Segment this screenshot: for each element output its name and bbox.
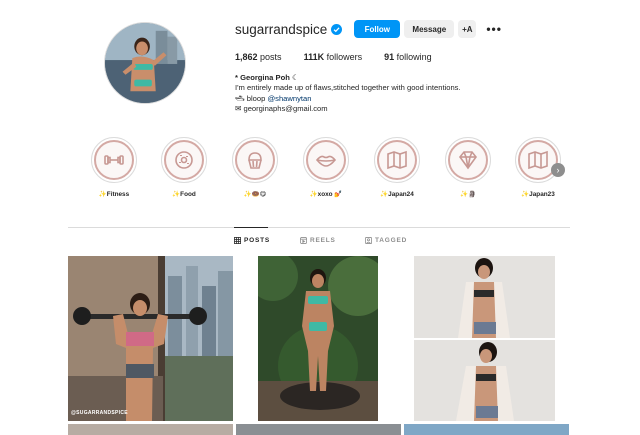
tabs-divider — [68, 227, 570, 228]
posts-count: 1,862 — [235, 52, 258, 62]
profile-tabs: POSTS REELS TAGGED — [0, 237, 640, 249]
suggest-user-button[interactable]: +A — [458, 20, 477, 38]
highlight-label: ✨Food — [172, 191, 196, 198]
posts-label: posts — [260, 52, 282, 62]
lips-icon — [315, 155, 337, 167]
following-label: following — [396, 52, 432, 62]
highlight-ring — [232, 137, 278, 183]
avatar-photo — [105, 23, 185, 103]
highlight-label: ✨Japan23 — [521, 191, 555, 198]
post-image — [414, 256, 555, 421]
reels-icon — [300, 237, 307, 244]
post-thumbnail[interactable] — [68, 424, 233, 435]
highlight-japan24[interactable]: ✨Japan24 — [367, 137, 427, 198]
map-icon — [528, 150, 548, 170]
highlight-ring — [374, 137, 420, 183]
followers-label: followers — [326, 52, 363, 62]
post-watermark: @SUGARRANDSPICE — [71, 410, 128, 416]
follow-button[interactable]: Follow — [354, 20, 401, 38]
tab-posts[interactable]: POSTS — [234, 237, 270, 244]
followers-count: 111K — [303, 52, 325, 62]
dumbbell-icon — [104, 155, 124, 165]
post-thumbnail[interactable] — [404, 424, 569, 435]
diamond-icon — [458, 151, 478, 170]
following-count: 91 — [384, 52, 395, 62]
post-image — [258, 256, 378, 421]
post-thumbnail[interactable] — [414, 256, 555, 421]
more-options-icon[interactable]: ••• — [486, 22, 502, 36]
profile-header-row: sugarrandspice Follow Message +A ••• — [235, 19, 502, 39]
posts-stat: 1,862 posts — [235, 52, 282, 62]
tab-reels-label: REELS — [310, 237, 336, 244]
highlight-food[interactable]: ✨Food — [154, 137, 214, 198]
bio-name: * Georgina Poh ☾ — [235, 73, 299, 82]
highlight-ring — [303, 137, 349, 183]
map-icon — [387, 150, 407, 170]
profile-bio: * Georgina Poh ☾ I'm entirely made up of… — [235, 73, 495, 115]
profile-avatar[interactable] — [104, 22, 186, 104]
highlight-label: ✨🗿 — [460, 191, 476, 198]
story-highlights: ✨Fitness ✨Food ✨🍩😋 ✨xoxo 💅 ✨Japan24 ✨🗿 ✨… — [84, 137, 574, 203]
tag-icon — [365, 237, 372, 244]
followers-stat[interactable]: 111K followers — [304, 52, 363, 62]
highlights-next-arrow-icon[interactable]: › — [551, 163, 565, 177]
grid-icon — [234, 237, 241, 244]
post-thumbnail[interactable]: @SUGARRANDSPICE — [68, 256, 233, 421]
post-image — [68, 256, 233, 421]
username: sugarrandspice — [235, 21, 328, 37]
highlight-cupcake[interactable]: ✨🍩😋 — [225, 137, 285, 198]
profile-stats: 1,862 posts 111K followers 91 following — [235, 52, 454, 62]
message-button[interactable]: Message — [404, 20, 455, 38]
donut-icon — [175, 151, 193, 169]
highlight-ring — [91, 137, 137, 183]
highlight-label: ✨Japan24 — [380, 191, 414, 198]
highlight-label: ✨xoxo 💅 — [309, 191, 343, 198]
tab-reels[interactable]: REELS — [300, 237, 336, 244]
verified-badge-icon — [331, 23, 343, 35]
cupcake-icon — [248, 152, 262, 169]
highlight-label: ✨🍩😋 — [243, 191, 267, 198]
highlight-ring — [161, 137, 207, 183]
tab-posts-label: POSTS — [244, 237, 271, 244]
bio-line-1: I'm entirely made up of flaws,stitched t… — [235, 83, 461, 93]
tab-tagged[interactable]: TAGGED — [365, 237, 407, 244]
following-stat[interactable]: 91 following — [384, 52, 432, 62]
highlight-diamond[interactable]: ✨🗿 — [438, 137, 498, 198]
highlight-ring — [445, 137, 491, 183]
bio-email: ✉ georginaphs@gmail.com — [235, 104, 328, 114]
highlight-fitness[interactable]: ✨Fitness — [84, 137, 144, 198]
post-thumbnail[interactable] — [258, 256, 378, 421]
active-tab-indicator — [234, 227, 268, 228]
bio-line-2: 🛥 bloop @shawnytan — [235, 94, 495, 104]
post-thumbnail[interactable] — [236, 424, 401, 435]
highlight-label: ✨Fitness — [98, 191, 130, 198]
highlight-xoxo[interactable]: ✨xoxo 💅 — [296, 137, 356, 198]
bio-mention-link[interactable]: @shawnytan — [267, 94, 311, 103]
bio-line-2-prefix: 🛥 bloop — [235, 93, 268, 103]
tab-tagged-label: TAGGED — [375, 237, 408, 244]
